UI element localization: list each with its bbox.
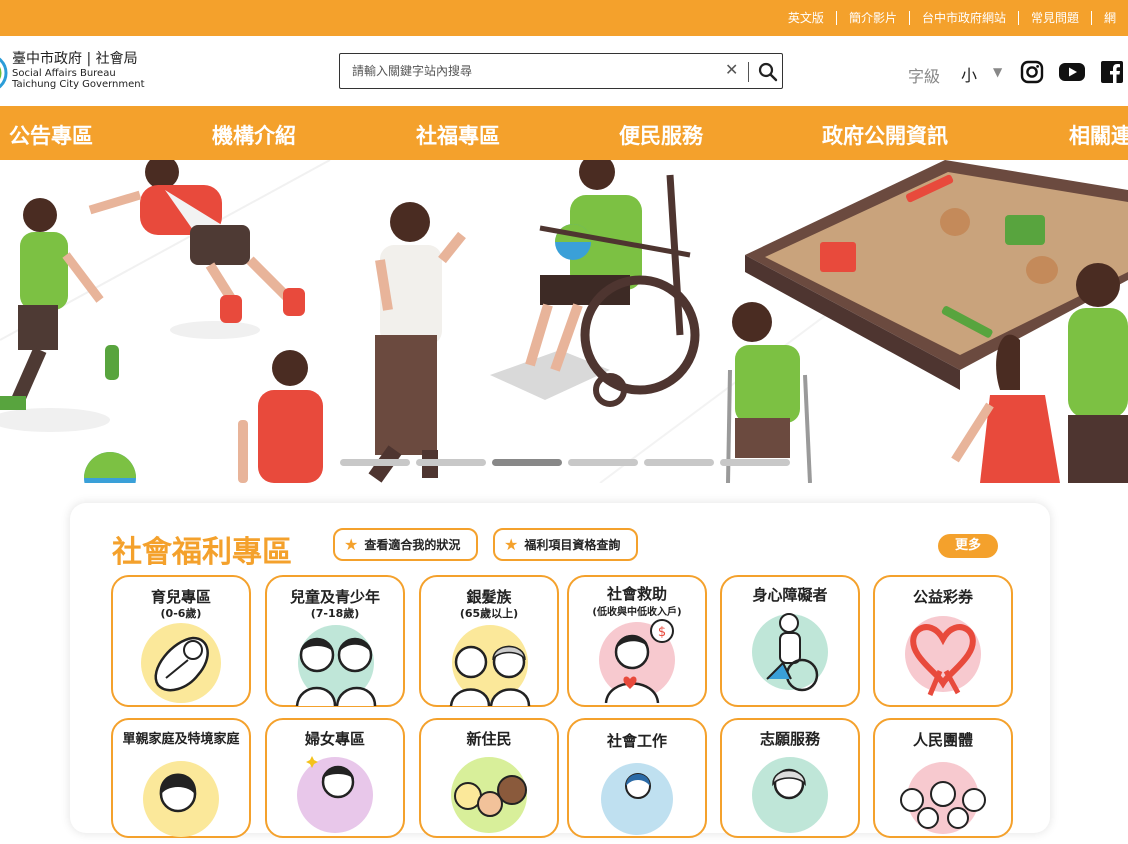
hero-illustration: [0, 160, 1128, 483]
card-title: 公益彩券: [912, 588, 973, 606]
carousel-dot[interactable]: [720, 459, 790, 466]
star-icon: ★: [344, 535, 359, 554]
wheelchair-user-icon: [752, 613, 828, 692]
carousel-dot[interactable]: [416, 459, 486, 466]
top-utility-bar: 英文版 簡介影片 台中市政府網站 常見問題 網: [0, 0, 1128, 36]
carousel-indicators: [340, 459, 796, 466]
nav-item-open-info[interactable]: 政府公開資訊: [822, 120, 948, 150]
card-title: 銀髮族: [466, 588, 512, 606]
check-my-status-button[interactable]: ★ 查看適合我的狀況: [333, 528, 478, 561]
nav-item-about[interactable]: 機構介紹: [212, 120, 296, 150]
card-title: 兒童及青少年: [289, 588, 380, 606]
volunteer-icon: [752, 757, 828, 833]
top-link-city-gov[interactable]: 台中市政府網站: [908, 11, 1018, 25]
card-disability[interactable]: 身心障礙者: [720, 575, 860, 707]
star-icon: ★: [504, 535, 519, 554]
search-icon[interactable]: [756, 60, 780, 84]
font-size-label: 字級: [908, 67, 941, 86]
main-nav: 公告專區 機構介紹 社福專區 便民服務 政府公開資訊 相關連: [0, 106, 1128, 160]
card-single-parent[interactable]: 單親家庭及特境家庭: [111, 718, 251, 838]
card-seniors[interactable]: 銀髮族 (65歲以上): [419, 575, 559, 707]
top-link-sitemap[interactable]: 網: [1090, 11, 1128, 25]
logo-subtitle: Social Affairs Bureau Taichung City Gove…: [12, 68, 145, 90]
hero-carousel[interactable]: [0, 160, 1128, 483]
card-social-assistance[interactable]: 社會救助 (低收與中低收入戶) $: [567, 575, 707, 707]
top-links: 英文版 簡介影片 台中市政府網站 常見問題 網: [776, 0, 1128, 36]
search-input[interactable]: [350, 58, 720, 84]
card-lottery[interactable]: 公益彩券: [873, 575, 1013, 707]
top-link-intro-video[interactable]: 簡介影片: [835, 11, 909, 25]
card-parenting[interactable]: 育兒專區 (0-6歲): [111, 575, 251, 707]
card-volunteer[interactable]: 志願服務: [720, 718, 860, 838]
card-title: 社會工作: [606, 732, 667, 750]
card-title: 人民團體: [912, 731, 973, 749]
chevron-down-icon[interactable]: ▼: [993, 65, 1002, 79]
search-box: ✕: [339, 53, 783, 89]
card-subtitle: (低收與中低收入戶): [592, 607, 682, 618]
top-link-faq[interactable]: 常見問題: [1017, 11, 1091, 25]
check-my-status-label: 查看適合我的狀況: [364, 538, 461, 552]
card-subtitle: (0-6歲): [160, 607, 202, 620]
students-icon: [295, 625, 377, 706]
card-title: 育兒專區: [150, 588, 211, 606]
carousel-dot[interactable]: [340, 459, 410, 466]
mother-child-icon: [143, 761, 219, 837]
social-assistance-icon: $: [599, 619, 675, 703]
logo-mark-icon[interactable]: [0, 51, 8, 95]
font-size-select[interactable]: 小: [961, 62, 977, 86]
eligibility-query-label: 福利項目資格查詢: [524, 538, 621, 552]
nav-item-announcements[interactable]: 公告專區: [9, 120, 93, 150]
card-women[interactable]: 婦女專區: [265, 718, 405, 838]
instagram-icon[interactable]: [1020, 60, 1044, 84]
card-social-work[interactable]: 社會工作: [567, 718, 707, 838]
logo-title[interactable]: 臺中市政府 | 社會局: [12, 48, 138, 68]
card-civil-groups[interactable]: 人民團體: [873, 718, 1013, 838]
group-icon: [900, 762, 986, 834]
facebook-icon[interactable]: [1100, 60, 1124, 84]
new-residents-icon: [451, 757, 527, 833]
top-link-english[interactable]: 英文版: [776, 11, 836, 25]
carousel-dot[interactable]: [644, 459, 714, 466]
carousel-dot[interactable]: [568, 459, 638, 466]
youtube-icon[interactable]: [1058, 60, 1086, 84]
woman-icon: [297, 756, 373, 833]
more-button[interactable]: 更多: [938, 534, 998, 558]
carousel-dot-active[interactable]: [492, 459, 562, 466]
card-title: 身心障礙者: [752, 586, 828, 604]
card-children-youth[interactable]: 兒童及青少年 (7-18歲): [265, 575, 405, 707]
card-title: 婦女專區: [304, 730, 365, 748]
card-title: 社會救助: [606, 585, 667, 603]
ribbon-heart-icon: [905, 616, 981, 696]
nav-item-related-links[interactable]: 相關連: [1069, 120, 1128, 150]
card-subtitle: (65歲以上): [459, 607, 519, 620]
social-worker-icon: [601, 763, 673, 835]
card-title: 單親家庭及特境家庭: [122, 732, 240, 747]
seniors-icon: [449, 625, 531, 706]
nav-item-services[interactable]: 便民服務: [619, 120, 703, 150]
logo-en-line2: Taichung City Government: [12, 79, 145, 90]
nav-item-welfare[interactable]: 社福專區: [416, 120, 500, 150]
card-subtitle: (7-18歲): [310, 607, 360, 620]
baby-icon: [141, 623, 221, 703]
card-new-residents[interactable]: 新住民: [419, 718, 559, 838]
card-title: 新住民: [466, 730, 512, 748]
close-icon[interactable]: ✕: [725, 60, 738, 79]
site-header: 臺中市政府 | 社會局 Social Affairs Bureau Taichu…: [0, 36, 1128, 106]
logo-en-line1: Social Affairs Bureau: [12, 68, 116, 79]
search-divider: [748, 62, 749, 82]
eligibility-query-button[interactable]: ★ 福利項目資格查詢: [493, 528, 638, 561]
card-title: 志願服務: [759, 730, 820, 748]
welfare-section-title: 社會福利專區: [112, 535, 292, 570]
svg-text:$: $: [658, 625, 666, 640]
